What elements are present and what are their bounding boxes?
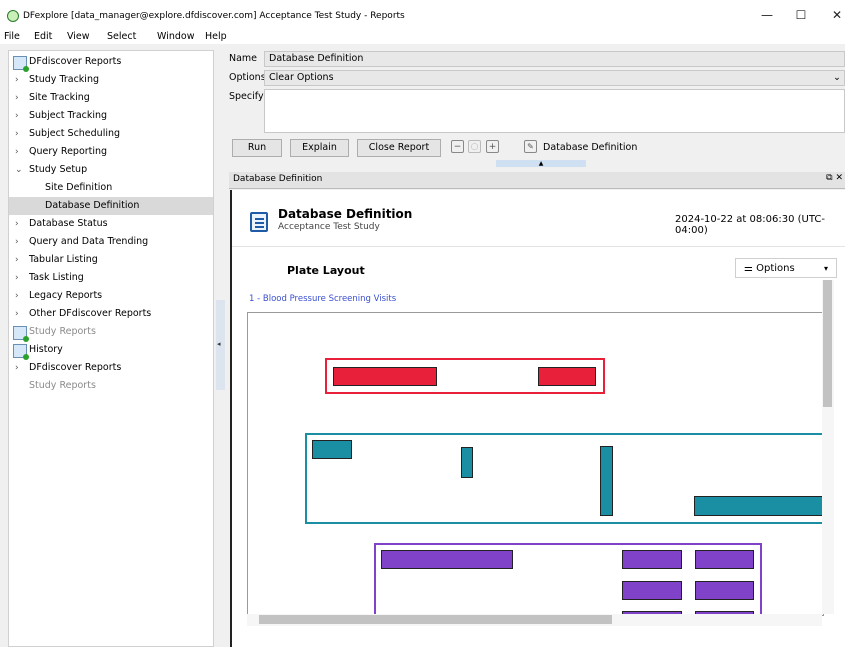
plate-field[interactable] <box>694 496 823 516</box>
name-field[interactable]: Database Definition <box>264 51 845 67</box>
tree-item-database-definition[interactable]: Database Definition <box>9 197 213 215</box>
tree-item-study-tracking[interactable]: › Study Tracking <box>9 71 213 89</box>
header-divider <box>232 246 845 247</box>
options-button-label: ⚌ Options <box>744 263 795 274</box>
specify-input[interactable] <box>264 89 845 133</box>
history-folder-icon <box>13 344 29 360</box>
menu-select[interactable]: Select <box>107 31 136 42</box>
plate-field[interactable] <box>600 446 613 516</box>
plate-field[interactable] <box>312 440 352 459</box>
tree-item-site-definition[interactable]: Site Definition <box>9 179 213 197</box>
report-options-button[interactable]: ⚌ Options ▾ <box>735 258 837 278</box>
tree-item-query-data-trending[interactable]: › Query and Data Trending <box>9 233 213 251</box>
zoom-out-icon[interactable]: − <box>451 140 464 153</box>
tree-item-history-dfdiscover-reports[interactable]: › DFdiscover Reports <box>9 359 213 377</box>
chevron-right-icon: › <box>15 291 19 301</box>
menu-edit[interactable]: Edit <box>34 31 52 42</box>
menu-help[interactable]: Help <box>205 31 227 42</box>
tree-item-database-status[interactable]: › Database Status <box>9 215 213 233</box>
title-bar: DFexplore [data_manager@explore.dfdiscov… <box>0 0 845 30</box>
chevron-right-icon: › <box>15 111 19 121</box>
chevron-right-icon: › <box>15 363 19 373</box>
chevron-right-icon: › <box>15 255 19 265</box>
tree-item-subject-scheduling[interactable]: › Subject Scheduling <box>9 125 213 143</box>
chevron-down-icon: ⌄ <box>833 72 841 83</box>
tree-item-history-study-reports[interactable]: Study Reports <box>9 377 213 395</box>
tree-item-task-listing[interactable]: › Task Listing <box>9 269 213 287</box>
maximize-button[interactable]: ☐ <box>786 4 816 26</box>
app-logo-icon <box>7 10 19 22</box>
menu-file[interactable]: File <box>4 31 20 42</box>
name-label: Name <box>229 53 258 64</box>
menu-view[interactable]: View <box>67 31 90 42</box>
minimize-button[interactable]: — <box>752 4 782 26</box>
chevron-right-icon: › <box>15 93 19 103</box>
chevron-right-icon: › <box>15 75 19 85</box>
reports-folder-icon <box>13 56 29 72</box>
close-report-button[interactable]: Close Report <box>357 139 441 157</box>
panel-splitter[interactable]: ◂ <box>216 300 225 390</box>
chevron-right-icon: › <box>15 237 19 247</box>
report-panel-title: Database Definition <box>233 174 323 184</box>
plate-field[interactable] <box>538 367 596 386</box>
tree-root-study-reports[interactable]: Study Reports <box>9 323 213 342</box>
run-button[interactable]: Run <box>232 139 282 157</box>
tree-item-study-setup[interactable]: ⌄ Study Setup <box>9 161 213 179</box>
tree-item-query-reporting[interactable]: › Query Reporting <box>9 143 213 161</box>
chevron-right-icon: › <box>15 273 19 283</box>
explain-button[interactable]: Explain <box>290 139 349 157</box>
plate-field[interactable] <box>695 550 754 569</box>
close-window-button[interactable]: ✕ <box>822 4 845 26</box>
section-title: Plate Layout <box>287 264 365 277</box>
reports-tree-sidebar: DFdiscover Reports › Study Tracking › Site… <box>8 50 214 647</box>
document-icon <box>250 212 268 232</box>
plate-field[interactable] <box>622 550 682 569</box>
panel-float-close-controls[interactable]: ⧉ ✕ <box>826 173 843 183</box>
plate-field[interactable] <box>461 447 473 478</box>
horizontal-scroll-thumb[interactable] <box>259 615 612 624</box>
plate-field[interactable] <box>333 367 437 386</box>
plate-field[interactable] <box>381 550 513 569</box>
plate-layout-canvas <box>247 312 824 616</box>
window-title: DFexplore [data_manager@explore.dfdiscov… <box>23 11 405 21</box>
collapse-toolbar-handle[interactable]: ▲ <box>496 160 586 167</box>
options-dropdown[interactable]: Clear Options ⌄ <box>264 70 845 86</box>
tree-item-tabular-listing[interactable]: › Tabular Listing <box>9 251 213 269</box>
zoom-reset-icon[interactable]: ○ <box>468 140 481 153</box>
tree-item-site-tracking[interactable]: › Site Tracking <box>9 89 213 107</box>
collapse-left-icon: ◂ <box>217 340 221 348</box>
chevron-right-icon: › <box>15 219 19 229</box>
chevron-right-icon: › <box>15 147 19 157</box>
report-timestamp: 2024-10-22 at 08:06:30 (UTC-04:00) <box>675 214 825 236</box>
chevron-right-icon: › <box>15 309 19 319</box>
report-panel-header: Database Definition ⧉ ✕ <box>229 172 845 189</box>
plate-field[interactable] <box>695 581 754 600</box>
tree-item-subject-tracking[interactable]: › Subject Tracking <box>9 107 213 125</box>
tree-item-legacy-reports[interactable]: › Legacy Reports <box>9 287 213 305</box>
plate-link[interactable]: 1 - Blood Pressure Screening Visits <box>249 294 396 304</box>
reports-folder-icon <box>13 326 29 342</box>
plate-field[interactable] <box>622 581 682 600</box>
menu-bar: File Edit View Select Window Help <box>0 30 845 44</box>
current-report-label: Database Definition <box>543 142 638 153</box>
options-label: Options <box>229 72 266 83</box>
pin-icon[interactable]: ✎ <box>524 140 537 153</box>
chevron-down-icon: ⌄ <box>15 165 23 175</box>
report-title: Database Definition <box>278 207 413 221</box>
options-dropdown-value: Clear Options <box>269 72 334 83</box>
tree-root-history[interactable]: History <box>9 341 213 360</box>
collapse-up-icon: ▲ <box>538 160 544 167</box>
chevron-right-icon: › <box>15 129 19 139</box>
tree-item-other-reports[interactable]: › Other DFdiscover Reports <box>9 305 213 323</box>
menu-window[interactable]: Window <box>157 31 194 42</box>
vertical-scroll-thumb[interactable] <box>823 280 832 407</box>
zoom-in-icon[interactable]: + <box>486 140 499 153</box>
specify-label: Specify <box>229 91 264 102</box>
tree-root-dfdiscover-reports[interactable]: DFdiscover Reports <box>9 53 213 72</box>
chevron-down-icon: ▾ <box>823 264 828 273</box>
report-subtitle: Acceptance Test Study <box>278 222 380 232</box>
